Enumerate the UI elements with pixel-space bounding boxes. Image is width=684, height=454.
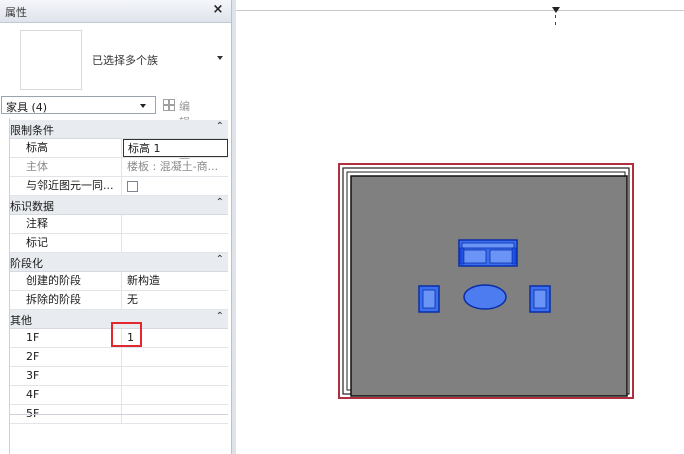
property-value-field[interactable] bbox=[123, 386, 228, 404]
property-name: 与邻近图元一同... bbox=[10, 177, 122, 195]
collapse-icon[interactable]: ⌃ bbox=[216, 254, 224, 265]
cursor-dash bbox=[555, 15, 556, 18]
palette-title: 属性 bbox=[5, 6, 27, 19]
property-row: 2F bbox=[10, 348, 228, 367]
property-row: 创建的阶段 新构造 bbox=[10, 272, 228, 291]
category-filter-label: 家具 (4) bbox=[6, 101, 48, 114]
property-value-field[interactable]: 无 bbox=[123, 291, 228, 309]
property-value-field[interactable] bbox=[123, 215, 228, 233]
property-group-label: 标识数据 bbox=[10, 200, 54, 213]
property-value-field[interactable] bbox=[123, 177, 228, 195]
filter-row: 家具 (4) 编辑类型 bbox=[0, 96, 231, 161]
property-row: 3F bbox=[10, 367, 228, 386]
armchair-left[interactable] bbox=[418, 285, 440, 313]
property-row: 1F 1 bbox=[10, 329, 228, 348]
property-name: 标高 bbox=[10, 139, 122, 157]
property-group-label: 阶段化 bbox=[10, 257, 43, 270]
property-value-field[interactable] bbox=[123, 234, 228, 252]
type-selector-label: 已选择多个族 bbox=[92, 54, 158, 67]
room-floor-plan[interactable] bbox=[338, 163, 634, 399]
properties-table: 限制条件 ⌃ 标高 标高 1 主体 楼板 : 混凝土-商... 与邻近图元一同... 标识数据… bbox=[10, 120, 228, 424]
coffee-table[interactable] bbox=[463, 284, 507, 310]
property-name: 主体 bbox=[10, 158, 122, 176]
close-icon[interactable]: × bbox=[211, 3, 225, 17]
property-name: 拆除的阶段 bbox=[10, 291, 122, 309]
chevron-down-icon[interactable] bbox=[140, 104, 146, 108]
type-preview-image bbox=[20, 30, 82, 90]
cursor-marker-icon bbox=[552, 7, 560, 13]
property-row: 4F bbox=[10, 386, 228, 405]
property-value-field[interactable]: 楼板 : 混凝土-商... bbox=[123, 158, 228, 176]
cursor-dash bbox=[555, 22, 556, 25]
property-group-label: 其他 bbox=[10, 314, 32, 327]
property-row: 拆除的阶段无 bbox=[10, 291, 228, 310]
property-group-label: 限制条件 bbox=[10, 124, 54, 137]
drawing-canvas[interactable] bbox=[236, 0, 684, 454]
edit-type-icon bbox=[163, 99, 175, 111]
property-name: 标记 bbox=[10, 234, 122, 252]
category-filter-dropdown[interactable]: 家具 (4) bbox=[1, 96, 156, 114]
property-group-header[interactable]: 标识数据 ⌃ bbox=[10, 196, 228, 215]
property-value-field[interactable]: 标高 1 bbox=[123, 139, 228, 157]
property-group-header[interactable]: 阶段化 ⌃ bbox=[10, 253, 228, 272]
view-top-border bbox=[236, 10, 684, 11]
properties-palette: 属性 × 已选择多个族 家具 (4) 编辑类型 限制条件 ⌃ 标高标高 1主体楼板 … bbox=[0, 0, 231, 454]
collapse-icon[interactable]: ⌃ bbox=[216, 197, 224, 208]
property-value-field[interactable] bbox=[123, 367, 228, 385]
type-selector[interactable]: 已选择多个族 bbox=[12, 28, 230, 92]
property-name: 创建的阶段 bbox=[10, 272, 122, 290]
property-checkbox[interactable] bbox=[127, 181, 138, 192]
chevron-down-icon[interactable] bbox=[217, 56, 223, 60]
property-row: 主体 楼板 : 混凝土-商... bbox=[10, 158, 228, 177]
property-row: 与邻近图元一同... bbox=[10, 177, 228, 196]
property-name: 3F bbox=[10, 367, 122, 385]
property-name: 注释 bbox=[10, 215, 122, 233]
palette-bottom-border bbox=[10, 414, 228, 415]
property-group-header[interactable]: 其他 ⌃ bbox=[10, 310, 228, 329]
property-name: 4F bbox=[10, 386, 122, 404]
property-group-header[interactable]: 限制条件 ⌃ bbox=[10, 120, 228, 139]
property-value-field[interactable]: 新构造 bbox=[123, 272, 228, 290]
collapse-icon[interactable]: ⌃ bbox=[216, 311, 224, 322]
property-value-field[interactable] bbox=[123, 348, 228, 366]
property-row: 标高 标高 1 bbox=[10, 139, 228, 158]
property-name: 1F bbox=[10, 329, 122, 347]
property-row: 标记 bbox=[10, 234, 228, 253]
property-row: 注释 bbox=[10, 215, 228, 234]
palette-titlebar[interactable]: 属性 × bbox=[0, 0, 231, 23]
collapse-icon[interactable]: ⌃ bbox=[216, 121, 224, 132]
armchair-right[interactable] bbox=[529, 285, 551, 313]
property-value-field[interactable]: 1 bbox=[123, 329, 228, 347]
property-name: 2F bbox=[10, 348, 122, 366]
sofa-furniture[interactable] bbox=[458, 239, 518, 267]
